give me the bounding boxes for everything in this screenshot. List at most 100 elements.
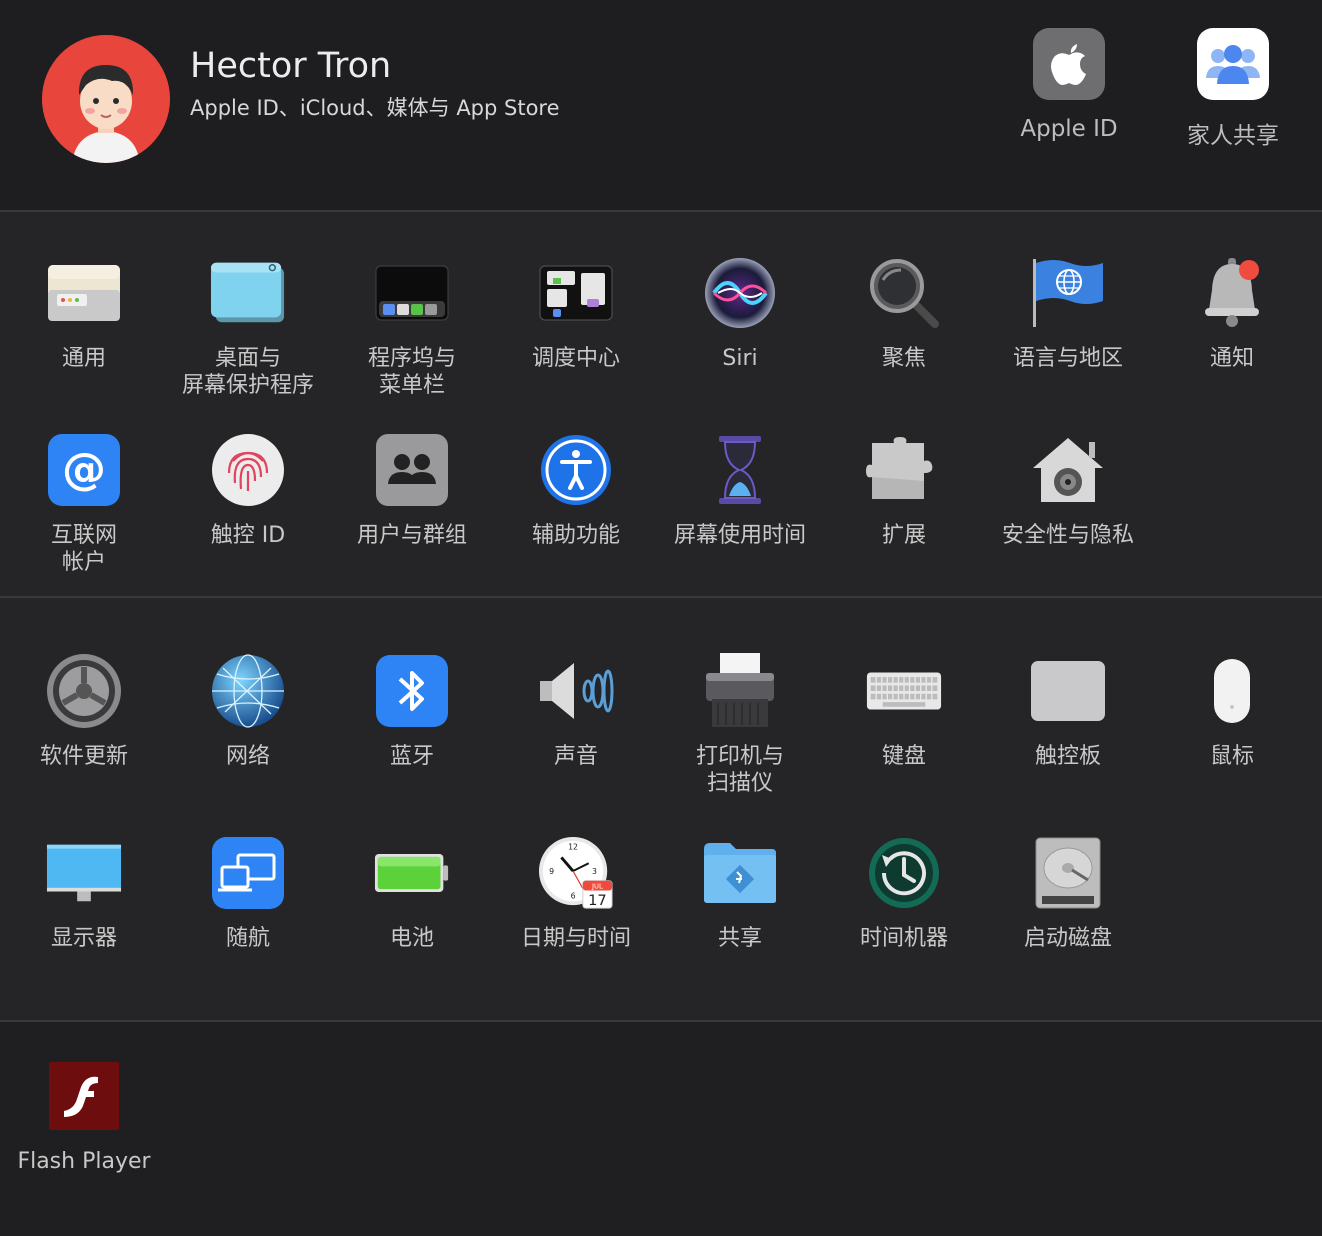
pref-label: 程序坞与 菜单栏 (367, 346, 456, 398)
user-name: Hector Tron (190, 46, 392, 86)
pref-accessibility[interactable]: 辅助功能 (494, 432, 658, 549)
pref-internet-accounts[interactable]: @ 互联网 帐户 (2, 432, 166, 576)
pref-label: 桌面与 屏幕保护程序 (181, 346, 314, 398)
pref-siri[interactable]: Siri (658, 255, 822, 372)
pref-spotlight[interactable]: 聚焦 (822, 255, 986, 372)
pref-label: 鼠标 (1209, 744, 1254, 769)
pref-label: 用户与群组 (356, 523, 467, 548)
pref-label: 通知 (1209, 346, 1254, 371)
pref-printers-scanners[interactable]: 打印机与 扫描仪 (658, 653, 822, 797)
pref-users-groups[interactable]: 用户与群组 (330, 432, 494, 549)
svg-text:@: @ (62, 444, 106, 495)
pref-label: 随航 (225, 926, 270, 951)
pref-label: 启动磁盘 (1023, 926, 1112, 951)
pref-bluetooth[interactable]: 蓝牙 (330, 653, 494, 770)
pref-time-machine[interactable]: 时间机器 (822, 835, 986, 952)
pref-sound[interactable]: 声音 (494, 653, 658, 770)
pref-label: 通用 (61, 346, 106, 371)
internet-accounts-icon: @ (46, 432, 122, 508)
pref-label: 蓝牙 (389, 744, 434, 769)
printers-scanners-icon (702, 653, 778, 729)
spotlight-icon (866, 255, 942, 331)
pref-label: 互联网 帐户 (50, 523, 117, 575)
software-update-icon (46, 653, 122, 729)
pref-label: 扩展 (881, 523, 926, 548)
apple-id-label: Apple ID (1020, 116, 1118, 142)
pref-desktop-screensaver[interactable]: 桌面与 屏幕保护程序 (166, 255, 330, 399)
family-sharing-icon (1197, 28, 1269, 100)
battery-icon (374, 835, 450, 911)
pref-software-update[interactable]: 软件更新 (2, 653, 166, 770)
calendar-day: 17 (588, 892, 607, 909)
pref-label: 屏幕使用时间 (673, 523, 806, 548)
time-machine-icon (866, 835, 942, 911)
pref-mission-control[interactable]: 调度中心 (494, 255, 658, 372)
pref-network[interactable]: 网络 (166, 653, 330, 770)
account-header: Hector Tron Apple ID、iCloud、媒体与 App Stor… (0, 0, 1322, 210)
pref-displays[interactable]: 显示器 (2, 835, 166, 952)
bluetooth-icon (374, 653, 450, 729)
pref-label: 软件更新 (39, 744, 128, 769)
svg-text:6: 6 (571, 891, 576, 900)
pref-label: 聚焦 (881, 346, 926, 371)
pref-label: 语言与地区 (1012, 346, 1123, 371)
personal-prefs-section: 通用 桌面与 屏幕保护程序 程序坞与 菜单栏 调度中心 Siri 聚焦 语言与地… (0, 212, 1322, 596)
family-sharing-item[interactable]: 家人共享 (1163, 28, 1303, 150)
pref-extensions[interactable]: 扩展 (822, 432, 986, 549)
pref-security-privacy[interactable]: 安全性与隐私 (986, 432, 1150, 549)
pref-label: Flash Player (17, 1149, 151, 1174)
mouse-icon (1194, 653, 1270, 729)
pref-label: 显示器 (50, 926, 117, 951)
pref-startup-disk[interactable]: 启动磁盘 (986, 835, 1150, 952)
pref-mouse[interactable]: 鼠标 (1150, 653, 1314, 770)
siri-icon (702, 255, 778, 331)
pref-label: 电池 (389, 926, 434, 951)
mission-control-icon (538, 255, 614, 331)
pref-sharing[interactable]: 共享 (658, 835, 822, 952)
svg-text:12: 12 (568, 843, 578, 852)
sound-icon (538, 653, 614, 729)
dock-menubar-icon (374, 255, 450, 331)
security-privacy-icon (1030, 432, 1106, 508)
sidecar-icon (210, 835, 286, 911)
network-icon (210, 653, 286, 729)
pref-label: 声音 (553, 744, 598, 769)
pref-sidecar[interactable]: 随航 (166, 835, 330, 952)
pref-label: 打印机与 扫描仪 (695, 744, 784, 796)
pref-trackpad[interactable]: 触控板 (986, 653, 1150, 770)
pref-label: 网络 (225, 744, 270, 769)
avatar[interactable] (42, 35, 170, 163)
pref-screen-time[interactable]: 屏幕使用时间 (658, 432, 822, 549)
account-subtitle: Apple ID、iCloud、媒体与 App Store (190, 96, 560, 120)
pref-label: 触控 ID (210, 523, 286, 548)
pref-touch-id[interactable]: 触控 ID (166, 432, 330, 549)
desktop-screensaver-icon (210, 255, 286, 331)
pref-language-region[interactable]: 语言与地区 (986, 255, 1150, 372)
pref-battery[interactable]: 电池 (330, 835, 494, 952)
pref-label: 调度中心 (531, 346, 620, 371)
extensions-icon (866, 432, 942, 508)
language-region-icon (1030, 255, 1106, 331)
sharing-icon (702, 835, 778, 911)
pref-general[interactable]: 通用 (2, 255, 166, 372)
general-icon (46, 255, 122, 331)
pref-flash-player[interactable]: Flash Player (2, 1058, 166, 1175)
pref-label: 键盘 (881, 744, 926, 769)
accessibility-icon (538, 432, 614, 508)
pref-notifications[interactable]: 通知 (1150, 255, 1314, 372)
apple-logo-icon (1033, 28, 1105, 100)
users-groups-icon (374, 432, 450, 508)
pref-dock-menubar[interactable]: 程序坞与 菜单栏 (330, 255, 494, 399)
pref-label: 日期与时间 (520, 926, 631, 951)
screen-time-icon (702, 432, 778, 508)
notifications-icon (1194, 255, 1270, 331)
trackpad-icon (1030, 653, 1106, 729)
svg-text:3: 3 (592, 867, 597, 876)
displays-icon (46, 835, 122, 911)
pref-date-time[interactable]: 12 3 6 9 JUL 17 日期与时间 (494, 835, 658, 952)
pref-label: 共享 (717, 926, 762, 951)
pref-keyboard[interactable]: 键盘 (822, 653, 986, 770)
apple-id-item[interactable]: Apple ID (999, 28, 1139, 142)
pref-label: 安全性与隐私 (1001, 523, 1134, 548)
touch-id-icon (210, 432, 286, 508)
